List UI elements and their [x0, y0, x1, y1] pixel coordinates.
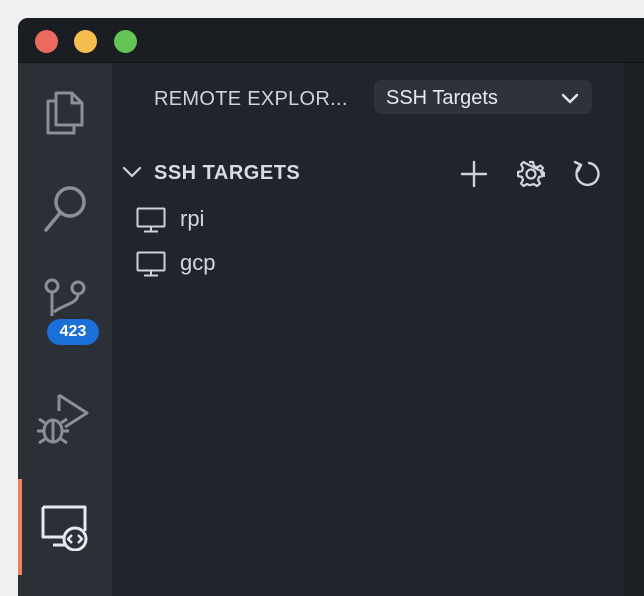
ssh-target-item[interactable]: gcp [112, 243, 624, 283]
remote-explorer-sidebar: REMOTE EXPLOR... SSH Targets SSH TARGETS [112, 63, 624, 596]
add-icon[interactable] [459, 159, 489, 189]
activity-explorer[interactable] [18, 63, 112, 159]
dropdown-selected-value: SSH Targets [386, 87, 498, 109]
chevron-down-icon [122, 165, 142, 186]
gear-icon[interactable] [516, 159, 546, 189]
minimize-window-button[interactable] [74, 30, 97, 53]
monitor-icon [136, 207, 166, 238]
maximize-window-button[interactable] [114, 30, 137, 53]
activity-run-debug[interactable] [18, 369, 112, 465]
section-title: SSH TARGETS [154, 162, 301, 184]
ssh-target-label: rpi [180, 206, 205, 231]
activity-bar: 423 [18, 63, 112, 596]
run-debug-icon [35, 387, 95, 447]
remote-type-dropdown[interactable]: SSH Targets [374, 80, 592, 114]
remote-explorer-icon [39, 503, 91, 551]
ssh-target-label: gcp [180, 250, 216, 275]
monitor-icon [136, 251, 166, 282]
source-control-badge: 423 [47, 319, 99, 345]
editor-area-edge [624, 63, 644, 596]
ssh-targets-section-header[interactable]: SSH TARGETS [112, 153, 624, 193]
files-icon [42, 85, 88, 137]
activity-source-control[interactable]: 423 [18, 259, 112, 355]
sidebar-title: REMOTE EXPLOR... [154, 88, 348, 110]
close-window-button[interactable] [35, 30, 58, 53]
search-icon [40, 182, 90, 236]
activity-remote-explorer[interactable] [18, 479, 112, 575]
refresh-icon[interactable] [572, 159, 602, 189]
activity-search[interactable] [18, 161, 112, 257]
source-control-icon [40, 276, 90, 316]
ssh-target-item[interactable]: rpi [112, 199, 624, 239]
chevron-down-icon [560, 88, 580, 113]
title-bar [18, 18, 644, 63]
vscode-window: 423 REMOTE EXPLOR... SSH Targets SSH TAR… [18, 18, 644, 596]
